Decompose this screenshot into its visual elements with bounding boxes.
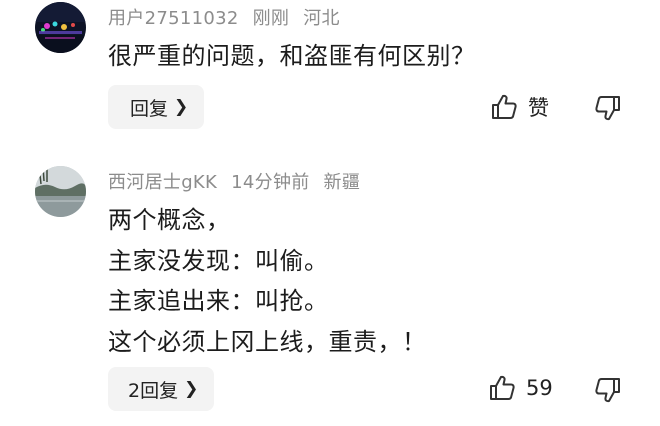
chevron-right-icon: ❯ <box>174 97 189 117</box>
thumbs-down-icon <box>595 378 620 403</box>
thumbs-up-icon <box>492 94 517 119</box>
lake-willow-avatar-icon <box>35 166 86 217</box>
comment-text: 两个概念， 主家没发现：叫偷。 主家追出来：叫抢。 这个必须上冈上线，重责，！ <box>108 200 427 362</box>
user-avatar[interactable] <box>35 166 86 217</box>
like-count: 赞 <box>528 96 549 120</box>
comment-location: 新疆 <box>323 172 361 193</box>
like-button[interactable]: 赞 <box>490 92 549 122</box>
user-avatar[interactable] <box>35 2 86 53</box>
reply-button[interactable]: 2回复 ❯ <box>108 367 215 411</box>
comment-text: 很严重的问题，和盗匪有何区别？ <box>108 36 476 77</box>
username[interactable]: 用户27511032 <box>108 8 239 29</box>
like-count: 59 <box>526 376 553 400</box>
comment-meta: 西河居士gKK 14分钟前 新疆 <box>108 168 374 194</box>
reply-label: 回复 <box>130 97 169 120</box>
thumbs-up-icon <box>490 375 515 400</box>
comment-line: 两个概念， <box>108 206 231 234</box>
comment-line: 主家没发现：叫偷。 <box>108 246 329 275</box>
username[interactable]: 西河居士gKK <box>108 172 217 193</box>
chevron-right-icon: ❯ <box>184 379 199 399</box>
comment-time: 14分钟前 <box>231 172 310 193</box>
reply-label: 2回复 <box>128 379 179 402</box>
dislike-button[interactable] <box>594 376 622 404</box>
comment-time: 刚刚 <box>252 8 290 29</box>
thumbs-down-icon <box>595 96 620 121</box>
comment-line: 这个必须上冈上线，重责，！ <box>108 327 427 356</box>
dislike-button[interactable] <box>594 94 622 122</box>
comment-location: 河北 <box>303 8 340 29</box>
reply-button[interactable]: 回复 ❯ <box>108 85 205 129</box>
comment-line: 很严重的问题，和盗匪有何区别？ <box>108 42 476 70</box>
comment-line: 主家追出来：叫抢。 <box>108 287 329 315</box>
like-button[interactable]: 59 <box>488 374 553 402</box>
night-city-lights-avatar-icon <box>35 2 86 53</box>
comment-meta: 用户27511032 刚刚 河北 <box>108 4 354 30</box>
